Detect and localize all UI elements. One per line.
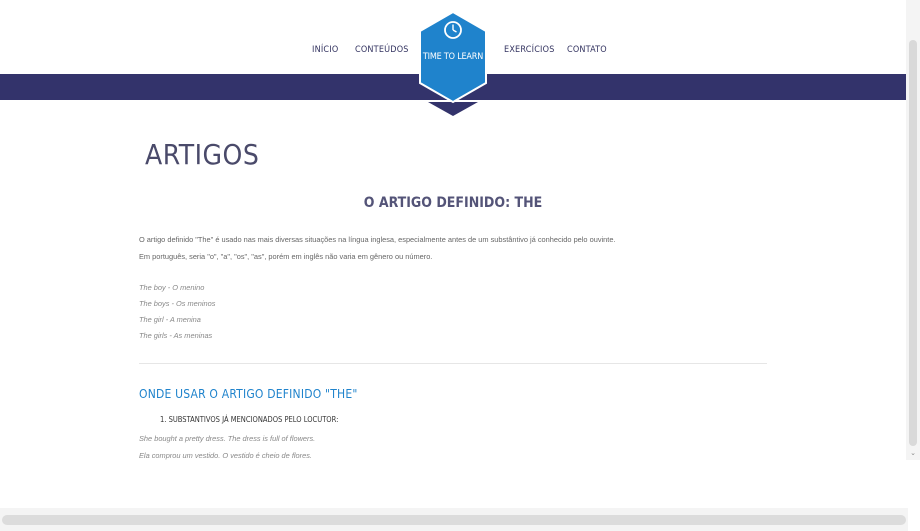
rule-heading: 1. SUBSTANTIVOS JÁ MENCIONADOS PELO LOCU… (160, 415, 339, 424)
nav-link-exercicios[interactable]: EXERCÍCIOS (504, 45, 555, 55)
vertical-scrollbar[interactable]: ⌄ (906, 0, 920, 460)
example-line: The boys - Os meninos (139, 299, 216, 308)
page-viewport: INÍCIO CONTEÚDOS EXERCÍCIOS CONTATO TIME… (0, 0, 906, 460)
logo-label[interactable]: TIME TO LEARN (418, 52, 488, 62)
chevron-down-icon[interactable]: ⌄ (909, 450, 917, 458)
example-line: The boy - O menino (139, 283, 205, 292)
vertical-scroll-thumb[interactable] (909, 40, 917, 446)
horizontal-scroll-thumb[interactable] (2, 515, 906, 525)
horizontal-scrollbar[interactable] (0, 508, 908, 531)
nav-link-conteudos[interactable]: CONTEÚDOS (355, 45, 409, 55)
section-title: O ARTIGO DEFINIDO: THE (363, 195, 543, 211)
intro-line-1: O artigo definido "The" é usado nas mais… (139, 235, 616, 244)
intro-line-2: Em português, seria "o", "a", "os", "as"… (139, 252, 433, 261)
page-title: ARTIGOS (145, 138, 260, 171)
rule-example-line: She bought a pretty dress. The dress is … (139, 434, 316, 443)
rule-example-line: Ela comprou um vestido. O vestido é chei… (139, 451, 312, 460)
logo-hexagon[interactable] (418, 12, 488, 116)
subheading: ONDE USAR O ARTIGO DEFINIDO "THE" (139, 387, 358, 401)
example-line: The girl - A menina (139, 315, 201, 324)
divider (139, 363, 767, 364)
nav-link-contato[interactable]: CONTATO (567, 45, 607, 55)
example-line: The girls - As meninas (139, 331, 213, 340)
nav-link-inicio[interactable]: INÍCIO (312, 45, 338, 55)
